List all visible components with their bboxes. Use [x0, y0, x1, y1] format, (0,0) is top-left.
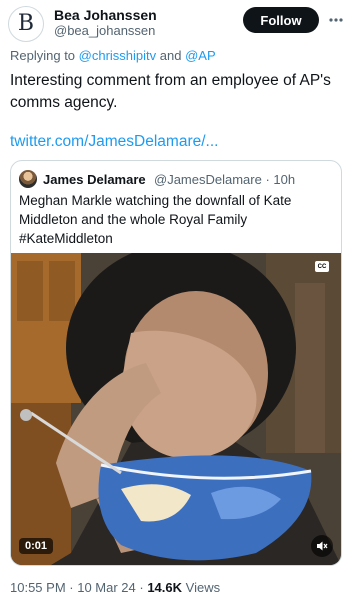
author-name[interactable]: Bea Johanssen	[54, 7, 157, 23]
more-options-icon[interactable]	[326, 10, 346, 30]
avatar[interactable]: B	[8, 6, 44, 42]
video-timecode: 0:01	[19, 538, 54, 554]
reply-mention-2[interactable]: @AP	[185, 48, 216, 63]
replying-and: and	[156, 48, 186, 63]
cc-icon[interactable]: CC	[315, 261, 329, 272]
quote-text-line-1: Meghan Markle watching the downfall of K…	[19, 193, 292, 208]
replying-to: Replying to @chrisshipitv and @AP	[10, 48, 216, 63]
quote-text: Meghan Markle watching the downfall of K…	[19, 191, 335, 248]
video-player[interactable]: CC 0:01	[11, 253, 341, 565]
follow-button[interactable]: Follow	[243, 7, 319, 33]
post-time[interactable]: 10:55 PM	[10, 580, 66, 595]
tweet-text: Interesting comment from an employee of …	[10, 72, 331, 111]
tweet-header: B Bea Johanssen @bea_johanssen Follow	[0, 0, 352, 44]
tweet-link[interactable]: twitter.com/JamesDelamare/...	[10, 133, 218, 151]
post-date[interactable]: 10 Mar 24	[77, 580, 136, 595]
quote-hashtag[interactable]: #KateMiddleton	[19, 229, 335, 248]
author-handle[interactable]: @bea_johanssen	[54, 23, 155, 38]
tweet-footer: 10:55 PM · 10 Mar 24 · 14.6K Views	[10, 580, 220, 595]
quote-time: 10h	[273, 172, 296, 187]
quote-meta: @JamesDelamare · 10h	[154, 172, 295, 187]
reply-mention-1[interactable]: @chrisshipitv	[79, 48, 157, 63]
footer-sep-2: ·	[135, 580, 148, 595]
views-count: 14.6K	[147, 580, 183, 595]
quote-author-handle[interactable]: @JamesDelamare	[154, 172, 262, 187]
video-frame	[11, 253, 341, 565]
quote-sep: ·	[261, 172, 274, 187]
footer-sep-1: ·	[65, 580, 78, 595]
avatar-letter: B	[17, 11, 35, 36]
quote-author-name[interactable]: James Delamare	[43, 172, 146, 187]
quote-avatar[interactable]	[19, 170, 37, 188]
views-label: Views	[185, 580, 221, 595]
replying-prefix: Replying to	[10, 48, 79, 63]
quoted-tweet[interactable]: James Delamare @JamesDelamare · 10h Megh…	[10, 160, 342, 566]
quote-text-line-2: Middleton and the whole Royal Family	[19, 212, 248, 227]
mute-icon[interactable]	[311, 535, 333, 557]
